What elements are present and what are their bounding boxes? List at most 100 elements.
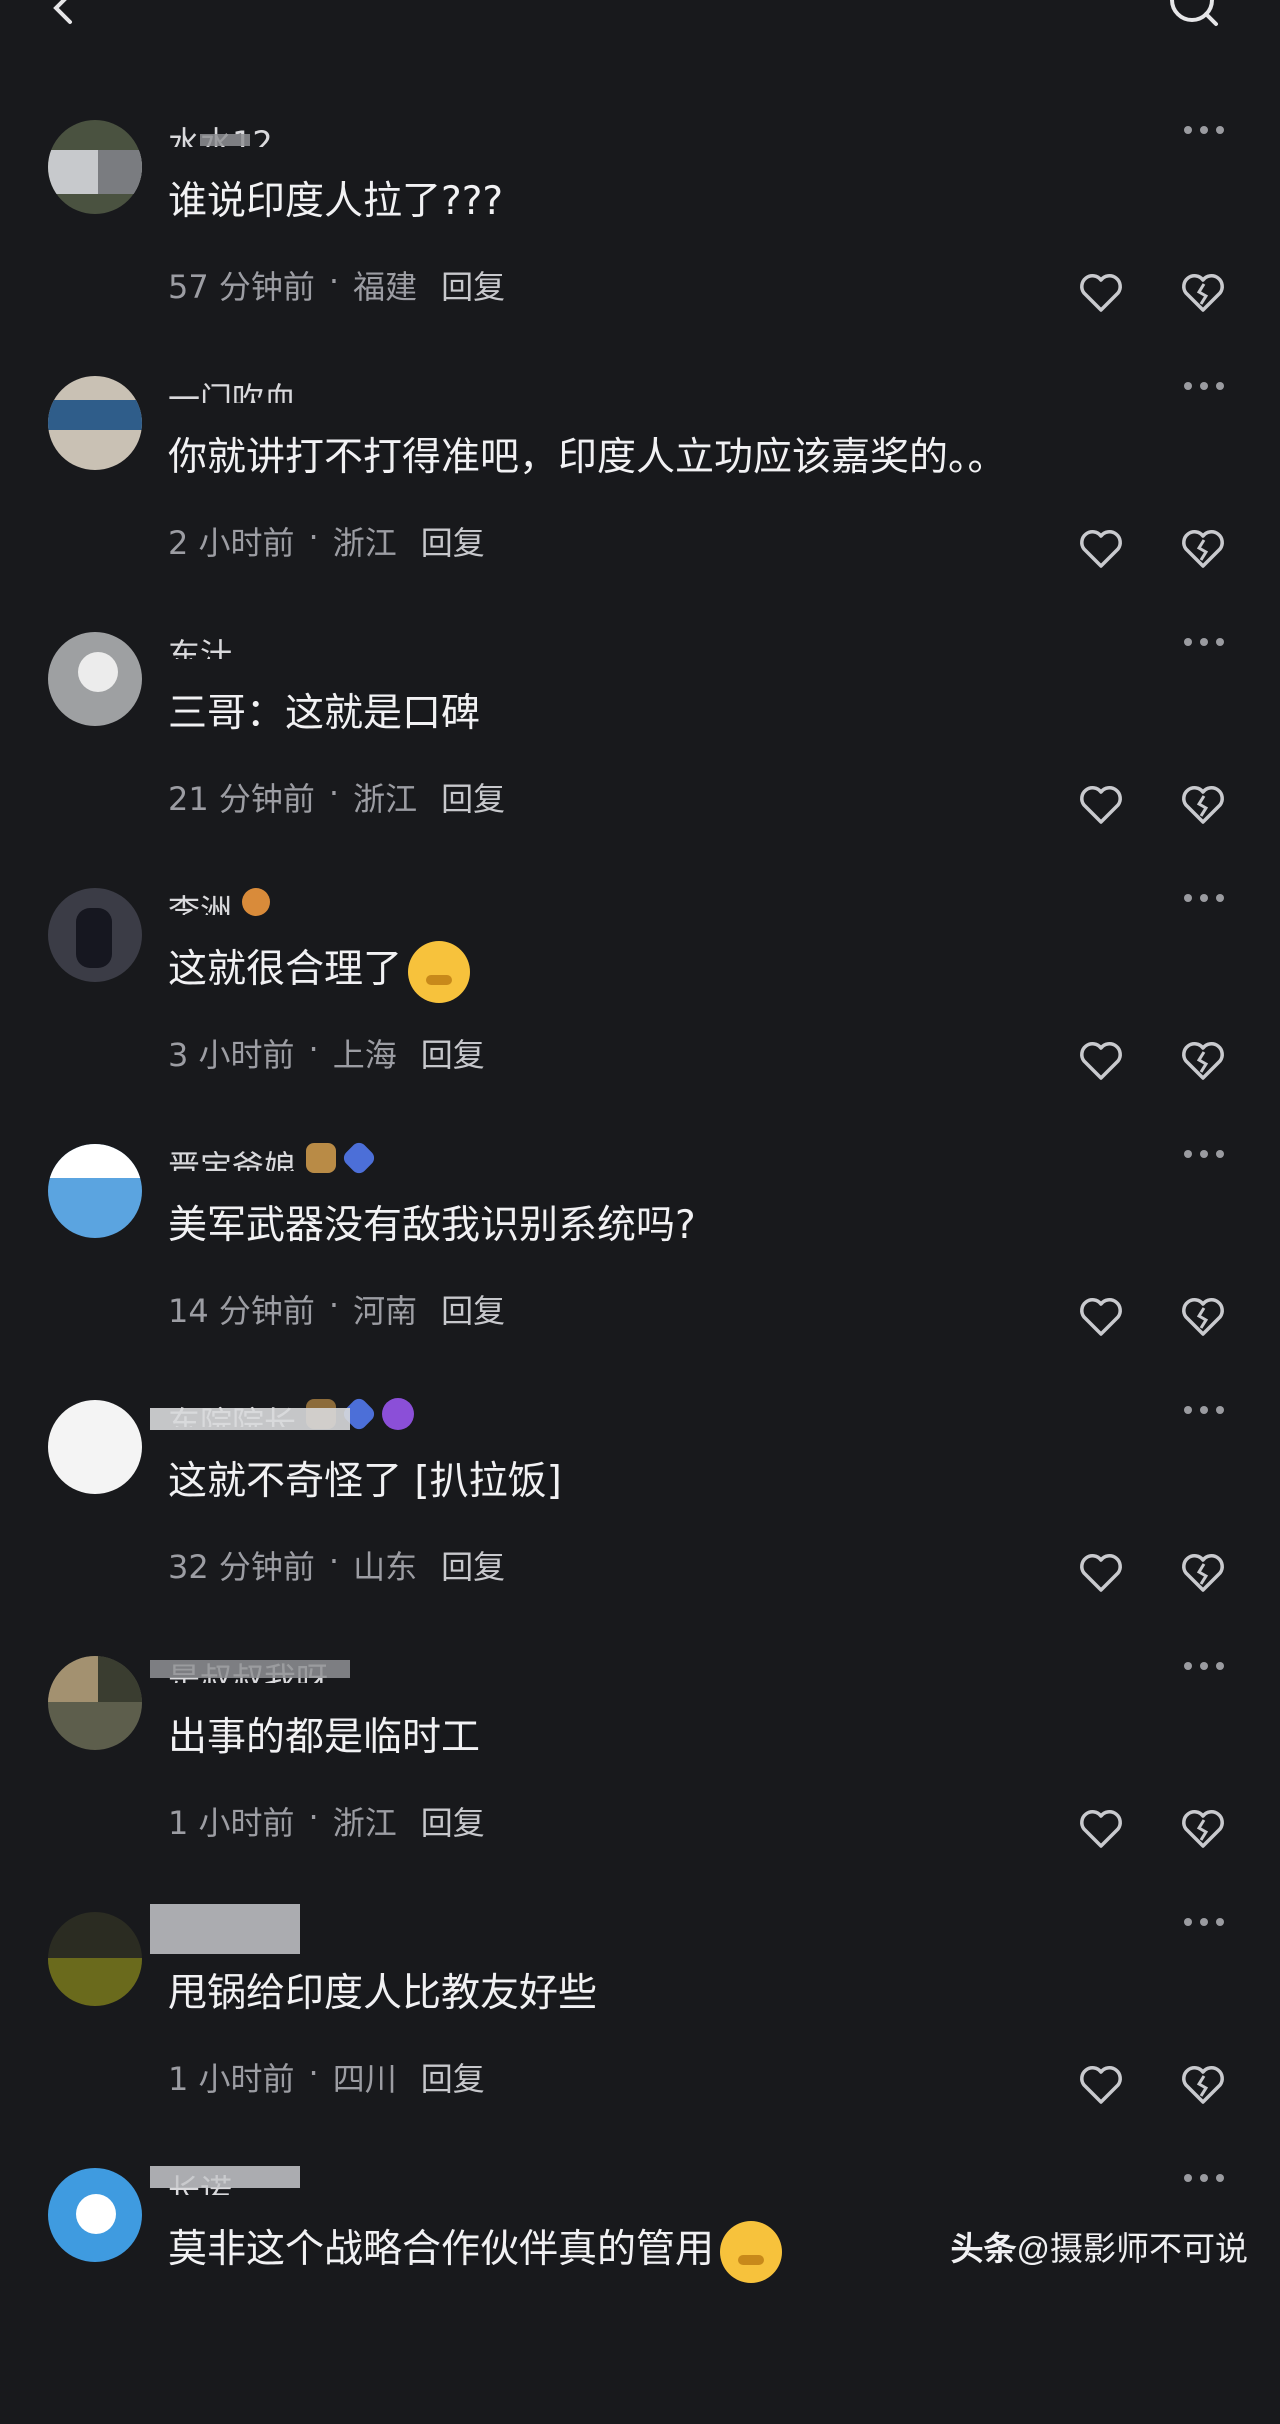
username-row: 东汁 bbox=[168, 626, 232, 666]
comment-item: 东院院长 这就不奇怪了 [扒拉饭] 32 分钟前· 山东 回复 bbox=[0, 1395, 1280, 1656]
like-heart-icon[interactable] bbox=[1078, 782, 1124, 828]
reply-button[interactable]: 回复 bbox=[441, 262, 505, 308]
comment-item: 水水12 谁说印度人拉了??? 57 分钟前· 福建 回复 bbox=[0, 120, 1280, 376]
comment-time: 1 小时前 bbox=[168, 2060, 295, 2098]
dislike-heart-icon[interactable] bbox=[1180, 1550, 1226, 1596]
reply-button[interactable]: 回复 bbox=[421, 518, 485, 564]
reply-button[interactable]: 回复 bbox=[441, 1286, 505, 1332]
comment-text: 美军武器没有敌我识别系统吗? bbox=[168, 1203, 696, 1248]
more-options-icon[interactable] bbox=[1182, 1400, 1226, 1420]
verified-badge-icon bbox=[340, 1139, 378, 1177]
comment-text: 谁说印度人拉了??? bbox=[168, 179, 504, 224]
comment-meta: 1 小时前 · 浙江 回复 bbox=[168, 1798, 485, 1844]
comment-item: 一门吹血 你就讲打不打得准吧，印度人立功应该嘉奖的。。 2 小时前 · 浙江 回复 bbox=[0, 376, 1280, 632]
comment-region: 山东 bbox=[353, 1548, 418, 1586]
like-heart-icon[interactable] bbox=[1078, 270, 1124, 316]
comment-time: 21 分钟前 bbox=[168, 780, 315, 818]
comment-meta: 57 分钟前 · 福建 回复 bbox=[168, 262, 506, 308]
comment-time: 14 分钟前 bbox=[168, 1292, 315, 1330]
more-options-icon[interactable] bbox=[1182, 120, 1226, 140]
comment-item: 晋宝爸娘 美军武器没有敌我识别系统吗? 14 分钟前 · 河南 回复 bbox=[0, 1139, 1280, 1400]
username[interactable]: 李洲 bbox=[168, 889, 232, 915]
more-options-icon[interactable] bbox=[1182, 2168, 1226, 2188]
name-redaction bbox=[150, 1660, 350, 1678]
username[interactable]: 东汁 bbox=[168, 633, 232, 659]
avatar[interactable] bbox=[48, 888, 142, 982]
avatar[interactable] bbox=[48, 1656, 142, 1750]
comment-region: 浙江 bbox=[353, 780, 418, 818]
like-heart-icon[interactable] bbox=[1078, 1550, 1124, 1596]
username[interactable]: 晋宝爸娘 bbox=[168, 1145, 296, 1171]
more-options-icon[interactable] bbox=[1182, 1144, 1226, 1164]
comment-text: 三哥：这就是口碑 bbox=[168, 691, 481, 736]
comment-region: 四川 bbox=[332, 2060, 397, 2098]
message-badge-icon bbox=[382, 1398, 415, 1430]
avatar[interactable] bbox=[48, 1912, 142, 2006]
avatar[interactable] bbox=[48, 1400, 142, 1494]
like-heart-icon[interactable] bbox=[1078, 1806, 1124, 1852]
name-redaction bbox=[150, 1408, 350, 1430]
username-row: 一门吹血 bbox=[168, 370, 296, 410]
comment-meta: 3 小时前 · 上海 回复 bbox=[168, 1030, 485, 1076]
reply-button[interactable]: 回复 bbox=[421, 1030, 485, 1076]
reply-button[interactable]: 回复 bbox=[421, 2054, 485, 2100]
more-options-icon[interactable] bbox=[1182, 376, 1226, 396]
comment-region: 浙江 bbox=[332, 524, 397, 562]
comment-meta: 21 分钟前 · 浙江 回复 bbox=[168, 774, 506, 820]
comment-time: 3 小时前 bbox=[168, 1036, 295, 1074]
comment-meta: 2 小时前 · 浙江 回复 bbox=[168, 518, 485, 564]
avatar[interactable] bbox=[48, 2168, 142, 2262]
dislike-heart-icon[interactable] bbox=[1180, 270, 1226, 316]
comment-time: 57 分钟前 bbox=[168, 268, 315, 306]
avatar[interactable] bbox=[48, 1144, 142, 1238]
dislike-heart-icon[interactable] bbox=[1180, 1294, 1226, 1340]
avatar[interactable] bbox=[48, 632, 142, 726]
hand-over-mouth-emoji-icon bbox=[408, 940, 471, 1003]
watermark-brand: 头条 bbox=[950, 2230, 1017, 2267]
like-heart-icon[interactable] bbox=[1078, 1294, 1124, 1340]
name-redaction bbox=[150, 1904, 300, 1954]
dislike-heart-icon[interactable] bbox=[1180, 782, 1226, 828]
comment-region: 上海 bbox=[332, 1036, 397, 1074]
comment-region: 福建 bbox=[353, 268, 418, 306]
reply-button[interactable]: 回复 bbox=[441, 1542, 505, 1588]
more-options-icon[interactable] bbox=[1182, 1656, 1226, 1676]
comment-meta: 32 分钟前 · 山东 回复 bbox=[168, 1542, 506, 1588]
comment-region: 河南 bbox=[353, 1292, 418, 1330]
like-heart-icon[interactable] bbox=[1078, 1038, 1124, 1084]
name-redaction bbox=[150, 2166, 300, 2188]
search-icon[interactable] bbox=[1170, 0, 1220, 28]
dislike-heart-icon[interactable] bbox=[1180, 1806, 1226, 1852]
dislike-heart-icon[interactable] bbox=[1180, 526, 1226, 572]
reply-button[interactable]: 回复 bbox=[441, 774, 505, 820]
more-options-icon[interactable] bbox=[1182, 888, 1226, 908]
more-options-icon[interactable] bbox=[1182, 1912, 1226, 1932]
comment-text: 这就很合理了 bbox=[168, 940, 471, 1003]
avatar[interactable] bbox=[48, 120, 142, 214]
comment-text: 莫非这个战略合作伙伴真的管用 bbox=[168, 2220, 783, 2283]
top-bar bbox=[0, 0, 1280, 40]
comment-item: 长诺 莫非这个战略合作伙伴真的管用 bbox=[0, 2166, 1280, 2424]
comment-text-content: 莫非这个战略合作伙伴真的管用 bbox=[168, 2227, 715, 2272]
dislike-heart-icon[interactable] bbox=[1180, 1038, 1226, 1084]
name-redaction bbox=[200, 134, 250, 146]
comment-item: 是叔叔我呀 出事的都是临时工 1 小时前· 浙江 回复 bbox=[0, 1656, 1280, 1912]
more-options-icon[interactable] bbox=[1182, 632, 1226, 652]
thinking-emoji-icon bbox=[720, 2220, 783, 2283]
comment-region: 浙江 bbox=[332, 1804, 397, 1842]
back-icon[interactable] bbox=[40, 0, 80, 32]
crown-badge-icon bbox=[306, 1143, 337, 1173]
username[interactable]: 一门吹血 bbox=[168, 377, 296, 403]
comment-time: 1 小时前 bbox=[168, 1804, 295, 1842]
like-heart-icon[interactable] bbox=[1078, 2062, 1124, 2108]
watermark: 头条@摄影师不可说 bbox=[951, 2222, 1249, 2270]
avatar[interactable] bbox=[48, 376, 142, 470]
like-heart-icon[interactable] bbox=[1078, 526, 1124, 572]
reply-button[interactable]: 回复 bbox=[421, 1798, 485, 1844]
comment-time: 32 分钟前 bbox=[168, 1548, 315, 1586]
watermark-author: @摄影师不可说 bbox=[1016, 2230, 1249, 2267]
dislike-heart-icon[interactable] bbox=[1180, 2062, 1226, 2108]
comment-text: 甩锅给印度人比教友好些 bbox=[168, 1971, 598, 2016]
username-row: 晋宝爸娘 bbox=[168, 1138, 378, 1178]
comment-text: 这就不奇怪了 [扒拉饭] bbox=[168, 1459, 562, 1504]
